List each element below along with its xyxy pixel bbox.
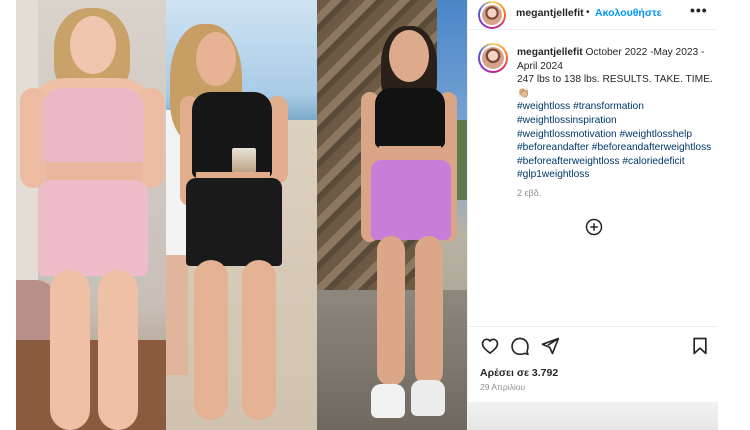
caption-text: megantjellefit October 2022 -May 2023 -A… (517, 46, 713, 182)
comment-bubble-icon[interactable] (510, 336, 530, 356)
figure-leg-right (242, 260, 276, 420)
avatar-story-ring[interactable] (478, 1, 506, 29)
hashtag[interactable]: #glp1weightloss (517, 169, 590, 180)
photo-panel-before (16, 0, 166, 430)
figure-pink-top (42, 88, 144, 166)
ellipsis-icon[interactable]: ••• (690, 2, 708, 18)
hashtag[interactable]: #beforeandafter (517, 142, 589, 153)
figure-leg-right (415, 236, 443, 386)
figure-black-shorts (186, 178, 282, 266)
figure-pink-shorts (38, 180, 148, 276)
heart-outline-icon[interactable] (480, 336, 500, 356)
other-person-legs (166, 255, 188, 375)
caption-username[interactable]: megantjellefit (517, 47, 583, 58)
figure-shoe-left (371, 384, 405, 418)
figure-head (196, 32, 236, 86)
figure-head (70, 16, 116, 74)
post-header: megantjellefit • Ακολουθήστε ••• (468, 0, 719, 30)
floor (16, 340, 166, 430)
instagram-post-view: megantjellefit • Ακολουθήστε ••• megantj… (0, 0, 750, 430)
figure-head (389, 30, 429, 82)
figure-shoe-right (411, 380, 445, 416)
hashtag[interactable]: #beforeandafterweightloss (592, 142, 712, 153)
caption-section: megantjellefit October 2022 -May 2023 -A… (468, 30, 719, 330)
figure-purple-shorts (371, 160, 451, 240)
action-bar (468, 326, 719, 366)
caption-line-2: 247 lbs to 138 lbs. RESULTS. TAKE. TIME.… (517, 74, 713, 99)
follow-button[interactable]: Ακολουθήστε (595, 7, 662, 19)
post-image-collage[interactable] (16, 0, 467, 430)
caption-timestamp[interactable]: 2 εβδ. (517, 188, 541, 198)
hashtag[interactable]: #caloriedeficit (622, 156, 684, 167)
figure-leg-left (194, 260, 228, 420)
hashtag[interactable]: #beforeafterweightloss (517, 156, 620, 167)
photo-panel-after (317, 0, 467, 430)
hashtag[interactable]: #transformation (573, 101, 644, 112)
caption-avatar (482, 47, 504, 69)
post-date[interactable]: 29 Απριλίου (480, 382, 525, 392)
caption-avatar-ring[interactable] (478, 43, 508, 73)
header-username[interactable]: megantjellefit (516, 7, 584, 19)
page-background (718, 0, 750, 430)
bookmark-icon[interactable] (690, 336, 710, 356)
header-separator: • (586, 7, 590, 18)
plus-circle-icon[interactable] (585, 218, 603, 236)
figure-black-sports-bra (375, 88, 445, 148)
comment-input-area[interactable] (468, 402, 719, 430)
avatar (482, 5, 502, 25)
hashtag[interactable]: #weightlossinspiration (517, 115, 617, 126)
figure-leg-left (377, 236, 405, 386)
hashtag[interactable]: #weightlosshelp (620, 129, 693, 140)
post-sidebar: megantjellefit • Ακολουθήστε ••• megantj… (467, 0, 719, 430)
photo-panel-middle (166, 0, 317, 430)
paper-plane-icon[interactable] (540, 336, 560, 356)
like-count[interactable]: Αρέσει σε 3.792 (480, 367, 558, 379)
figure-leg-left (50, 270, 90, 430)
hashtag[interactable]: #weightloss (517, 101, 570, 112)
figure-leg-right (98, 270, 138, 430)
hashtag[interactable]: #weightlossmotivation (517, 129, 617, 140)
